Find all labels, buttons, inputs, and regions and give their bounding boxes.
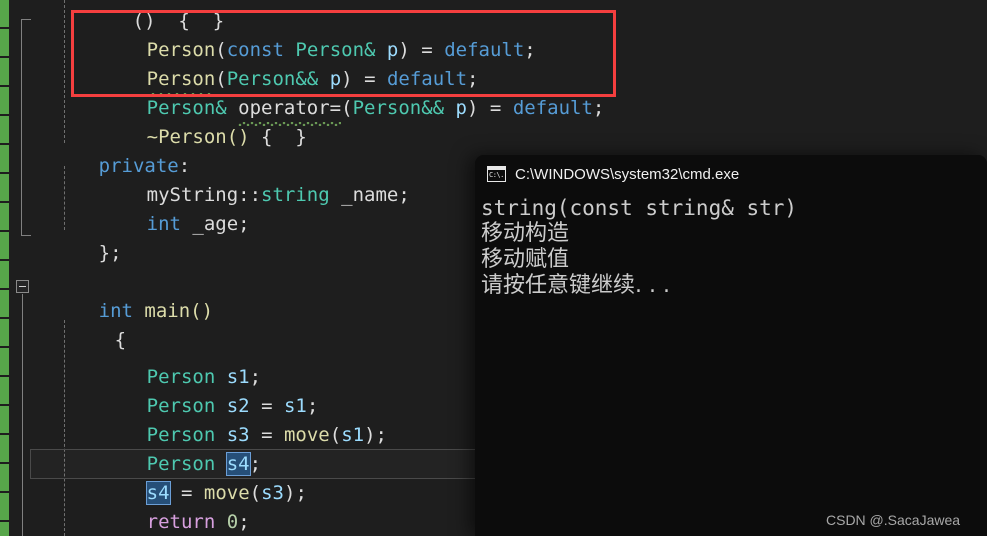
code-line[interactable]: ~Person() { } [78,94,307,148]
console-output-line: 移动赋值 [481,247,570,272]
fold-toggle-main[interactable] [16,280,29,293]
code-line[interactable]: { [46,297,126,351]
console-output[interactable]: string(const string& str) 移动构造 移动赋值 请按任意… [475,193,987,299]
code-token: _age; [192,213,250,235]
code-token: move [283,424,330,446]
code-token: ( [249,482,262,504]
fold-bracket-line-main [22,294,23,536]
cmd-console-window[interactable]: C:\. C:\WINDOWS\system32\cmd.exe string(… [475,155,987,536]
code-line[interactable]: }; [30,210,122,264]
code-line[interactable]: Person s1; [78,334,261,388]
red-annotation-rectangle [71,10,616,97]
code-token: s3 [261,482,284,504]
code-line[interactable]: int _age; [78,181,250,235]
code-line[interactable]: return 0; [78,479,250,533]
console-title-bar[interactable]: C:\. C:\WINDOWS\system32\cmd.exe [475,155,987,193]
code-token: { } [261,126,307,148]
code-line-partial-top[interactable]: () { } [64,0,225,32]
code-line-current[interactable]: s4 = move(s3); [78,450,307,505]
console-output-line: 请按任意键继续. . . [481,273,670,298]
code-token: main() [144,300,214,322]
code-token: p [455,97,467,119]
code-line[interactable]: Person s2 = s1; [78,363,319,417]
code-line[interactable]: Person s3 = move(s1); [78,392,387,446]
code-token: default [512,97,593,119]
code-token: ; [238,511,250,533]
cmd-window-icon: C:\. [487,166,506,182]
code-token: }; [98,242,122,264]
code-token: ( [329,424,342,446]
fold-bracket-top-tick [21,19,31,20]
console-output-line: 移动构造 [481,221,570,246]
console-output-line: string(const string& str) [481,196,798,220]
code-token: ( [341,97,353,119]
code-token: ) [467,97,479,119]
code-token: = [489,97,502,119]
code-line[interactable]: } [30,508,110,536]
code-line[interactable]: private: [30,123,191,177]
code-token: int [146,213,181,235]
code-token: = [261,424,273,446]
code-token: Person&& [352,97,445,119]
code-token: string [261,184,330,206]
fold-bracket-line-class [21,19,22,235]
code-token: ; [592,97,605,119]
screenshot-root: () { } Person(const Person& p) = default… [0,0,987,536]
code-token: s1 [341,424,365,446]
cmd-icon-label: C:\. [489,171,504,179]
change-bar-gutter [0,0,9,536]
code-token: _name; [341,184,410,206]
code-line[interactable]: myString::string _name; [78,152,410,206]
code-line[interactable]: int main() [30,268,213,322]
code-token: ); [284,482,307,504]
console-title-label: C:\WINDOWS\system32\cmd.exe [515,165,740,183]
code-token: 0 [226,511,239,533]
code-token: return [146,511,216,533]
code-token: ); [364,424,387,446]
csdn-watermark: CSDN @.SacaJawea [826,512,961,528]
code-line[interactable]: Person s4; [78,421,261,476]
